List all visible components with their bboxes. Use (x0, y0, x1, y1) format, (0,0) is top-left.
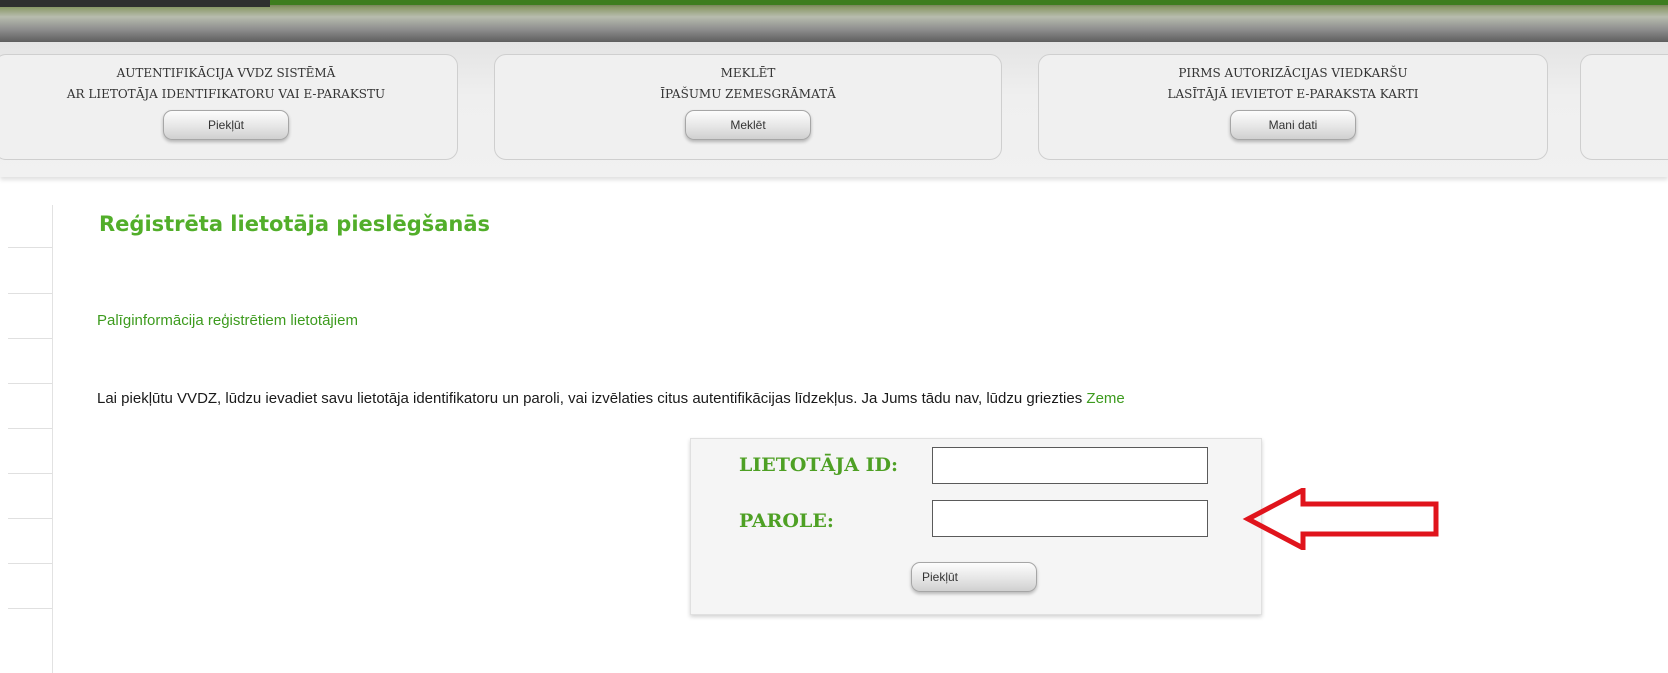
sidebar-divider (8, 338, 52, 339)
panel-search: MEKLĒT ĪPAŠUMU ZEMESGRĀMATĀ Meklēt (494, 54, 1002, 160)
panel-partial (1580, 54, 1668, 160)
intro-link[interactable]: Zeme (1086, 390, 1124, 407)
sidebar-divider (8, 518, 52, 519)
banner-dark-strip (0, 0, 270, 7)
help-link[interactable]: Palīginformācija reģistrētiem lietotājie… (97, 312, 358, 329)
sidebar-divider (8, 428, 52, 429)
access-button[interactable]: Piekļūt (163, 110, 289, 140)
sidebar-divider (8, 247, 52, 248)
password-field[interactable] (932, 500, 1208, 537)
login-submit-button[interactable]: Piekļūt (911, 562, 1037, 592)
intro-text: Lai piekļūtu VVDZ, lūdzu ievadiet savu l… (97, 390, 1125, 407)
login-form: LIETOTĀJA ID: PAROLE: Piekļūt (690, 438, 1262, 615)
panel-authentication-line1: AUTENTIFIKĀCIJA VVDZ SISTĒMĀ (116, 66, 336, 80)
user-id-field[interactable] (932, 447, 1208, 484)
panel-authentication-line2: AR LIETOTĀJA IDENTIFIKATORU VAI E-PARAKS… (66, 87, 386, 101)
sidebar-divider (8, 293, 52, 294)
red-arrow-left-icon (1242, 488, 1439, 550)
panel-smartcard: PIRMS AUTORIZĀCIJAS VIEDKARŠU LASĪTĀJĀ I… (1038, 54, 1548, 160)
intro-text-body: Lai piekļūtu VVDZ, lūdzu ievadiet savu l… (97, 390, 1087, 407)
user-id-label: LIETOTĀJA ID: (739, 454, 899, 476)
top-banner (0, 0, 1668, 42)
action-bar: AUTENTIFIKĀCIJA VVDZ SISTĒMĀ AR LIETOTĀJ… (0, 42, 1668, 177)
panel-smartcard-line1: PIRMS AUTORIZĀCIJAS VIEDKARŠU (1178, 66, 1408, 80)
search-button[interactable]: Meklēt (685, 110, 811, 140)
sidebar-divider (8, 563, 52, 564)
sidebar-divider (8, 473, 52, 474)
sidebar-divider (8, 608, 52, 609)
password-label: PAROLE: (739, 510, 834, 532)
page-title: Reģistrēta lietotāja pieslēgšanās (99, 212, 491, 236)
sidebar-divider (8, 383, 52, 384)
panel-search-line1: MEKLĒT (720, 66, 776, 80)
left-sidebar (0, 205, 53, 673)
my-data-button[interactable]: Mani dati (1230, 110, 1356, 140)
panel-smartcard-line2: LASĪTĀJĀ IEVIETOT E-PARAKSTA KARTI (1167, 87, 1419, 101)
panel-authentication: AUTENTIFIKĀCIJA VVDZ SISTĒMĀ AR LIETOTĀJ… (0, 54, 458, 160)
banner-green-strip (270, 0, 1668, 5)
panel-search-line2: ĪPAŠUMU ZEMESGRĀMATĀ (660, 87, 836, 101)
